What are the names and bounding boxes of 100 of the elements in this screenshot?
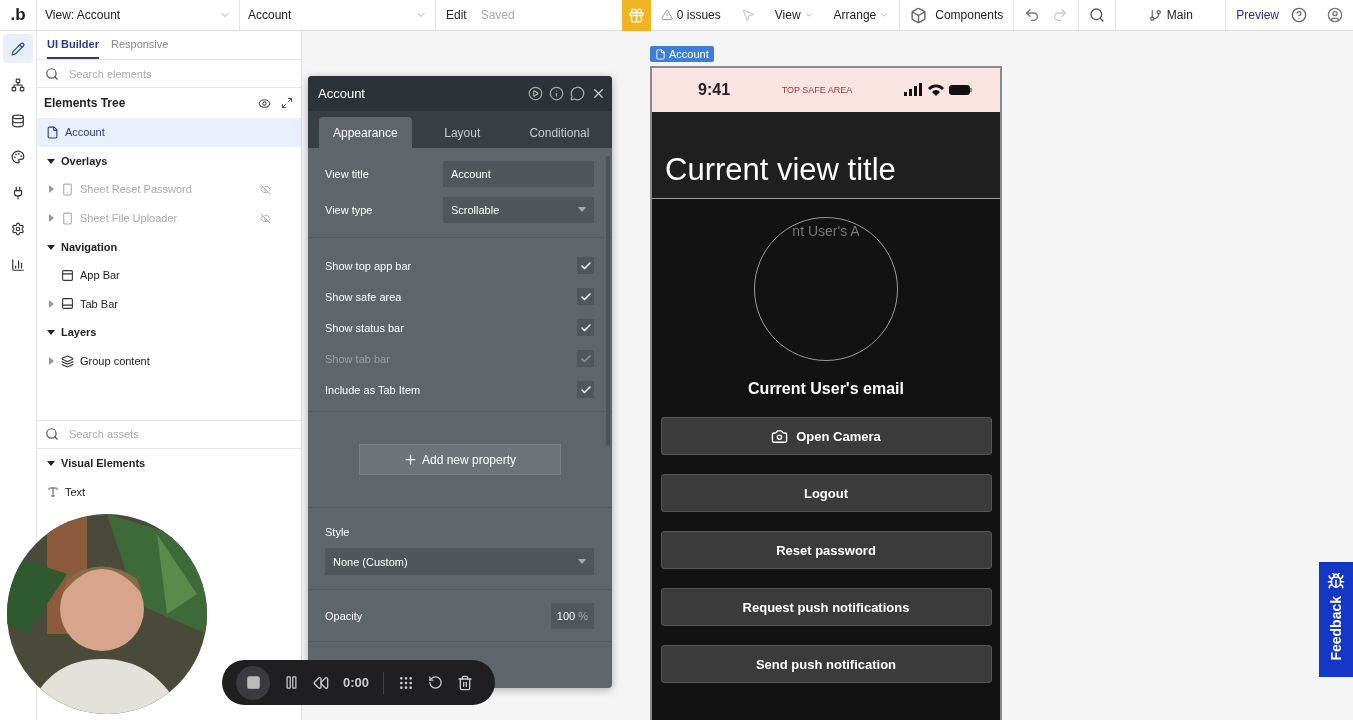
info-icon[interactable] bbox=[549, 86, 564, 101]
status-icons-drawing bbox=[904, 83, 972, 97]
camera-icon bbox=[771, 427, 789, 445]
avatar-text: nt User's A bbox=[792, 223, 860, 239]
opacity-field[interactable]: 100 % bbox=[550, 602, 594, 629]
eye-icon[interactable] bbox=[258, 96, 271, 110]
help-icon[interactable] bbox=[1291, 7, 1307, 23]
expand-arrow-icon[interactable] bbox=[47, 328, 55, 337]
select-field[interactable]: Scrollable bbox=[443, 196, 594, 223]
check-icon bbox=[579, 321, 592, 334]
close-icon[interactable] bbox=[591, 86, 606, 101]
feedback-button[interactable]: Feedback bbox=[1319, 562, 1353, 677]
user-email: Current User's email bbox=[748, 380, 904, 398]
checkbox-label: Show status bar bbox=[325, 321, 404, 334]
view-title: Current view title bbox=[665, 152, 896, 188]
tree-section: Overlays bbox=[61, 154, 108, 167]
tabbar-icon bbox=[61, 297, 74, 311]
collapsed-arrow-icon[interactable] bbox=[47, 185, 55, 194]
panel-tab[interactable]: UI Builder bbox=[47, 31, 99, 59]
tree-item[interactable]: Group content bbox=[80, 355, 150, 368]
expand-arrow-icon[interactable] bbox=[47, 242, 55, 251]
comment-icon[interactable] bbox=[570, 86, 585, 101]
checkbox-label: Show top app bar bbox=[325, 259, 412, 272]
tree-item[interactable]: Account bbox=[37, 118, 301, 147]
branch-selector[interactable]: Main bbox=[1166, 8, 1193, 22]
editor-tab[interactable]: Conditional bbox=[512, 117, 606, 148]
checkbox-label: Include as Tab Item bbox=[325, 383, 421, 396]
checkbox[interactable] bbox=[577, 288, 594, 305]
search-field[interactable]: Search assets bbox=[67, 427, 293, 442]
safe-area-label: TOP SAFE AREA bbox=[781, 85, 853, 95]
app-button[interactable]: Request push notifications bbox=[660, 588, 992, 626]
expand-icon[interactable] bbox=[281, 96, 293, 109]
edit-menu[interactable]: Edit bbox=[446, 8, 467, 22]
logo: .b bbox=[10, 5, 26, 25]
components-button[interactable]: Components bbox=[935, 8, 1004, 22]
add-property-button[interactable]: Add new property bbox=[358, 444, 561, 475]
style-label: Style bbox=[325, 526, 351, 538]
tree-item[interactable]: Tab Bar bbox=[80, 297, 118, 310]
element-selector[interactable]: Account bbox=[248, 8, 292, 22]
restart-icon[interactable] bbox=[428, 675, 444, 690]
gift-icon bbox=[627, 6, 645, 24]
style-select[interactable]: None (Custom) bbox=[325, 548, 594, 575]
play-icon[interactable] bbox=[528, 86, 543, 101]
input-field[interactable]: Account bbox=[443, 160, 594, 187]
editor-tab[interactable]: Layout bbox=[415, 117, 509, 148]
asset-section: Visual Elements bbox=[61, 457, 146, 470]
issues-button[interactable]: 0 issues bbox=[676, 8, 721, 22]
tree-section: Navigation bbox=[61, 240, 118, 253]
arrange-menu[interactable]: Arrange bbox=[833, 8, 877, 22]
check-icon bbox=[579, 383, 592, 396]
collapsed-arrow-icon[interactable] bbox=[47, 299, 55, 308]
account-icon[interactable] bbox=[1327, 7, 1343, 23]
grid-icon[interactable] bbox=[398, 674, 415, 691]
preview-link[interactable]: Preview bbox=[1236, 8, 1279, 22]
asset-item[interactable]: Text bbox=[65, 485, 86, 498]
status-time: 9:41 bbox=[698, 81, 731, 99]
warning-icon bbox=[660, 9, 673, 21]
panel-tab[interactable]: Responsive bbox=[110, 31, 169, 59]
app-button[interactable]: Reset password bbox=[660, 531, 992, 569]
caret-icon bbox=[578, 559, 586, 564]
app-button[interactable]: Open Camera bbox=[660, 417, 992, 455]
editor-title: Account bbox=[318, 86, 365, 101]
expand-arrow-icon[interactable] bbox=[47, 156, 55, 165]
editor-tab[interactable]: Appearance bbox=[319, 117, 412, 148]
tree-section: Layers bbox=[61, 326, 97, 339]
cube-icon bbox=[910, 6, 928, 24]
branch-icon bbox=[1148, 8, 1162, 22]
search-icon bbox=[45, 427, 59, 442]
view-menu[interactable]: View bbox=[774, 8, 801, 22]
checkbox[interactable] bbox=[577, 257, 594, 274]
page-icon bbox=[655, 48, 666, 60]
tree-item[interactable]: App Bar bbox=[80, 269, 120, 282]
stop-icon bbox=[245, 675, 261, 690]
checkbox[interactable] bbox=[577, 319, 594, 336]
recording-time: 0:00 bbox=[343, 675, 370, 690]
search-field[interactable]: Search elements bbox=[67, 66, 293, 81]
collapsed-arrow-icon[interactable] bbox=[47, 357, 55, 366]
dropdown-icon bbox=[803, 10, 814, 20]
undo-icon[interactable] bbox=[1024, 7, 1041, 23]
delete-icon[interactable] bbox=[457, 674, 474, 691]
pencil-icon[interactable] bbox=[3, 34, 33, 63]
check-icon bbox=[579, 290, 592, 303]
rewind-icon[interactable] bbox=[313, 674, 329, 691]
app-button[interactable]: Send push notification bbox=[660, 645, 992, 683]
search-icon[interactable] bbox=[1089, 7, 1106, 23]
appbar-icon bbox=[61, 268, 74, 282]
expand-arrow-icon[interactable] bbox=[47, 459, 55, 468]
search-icon bbox=[45, 66, 59, 81]
pause-icon[interactable] bbox=[284, 675, 299, 690]
stop-button[interactable] bbox=[236, 665, 270, 700]
field-label: View type bbox=[325, 203, 373, 216]
page-icon bbox=[46, 125, 59, 139]
collapsed-arrow-icon[interactable] bbox=[47, 214, 55, 223]
text-icon bbox=[47, 485, 59, 498]
page-selector[interactable]: View: Account bbox=[45, 8, 121, 22]
bug-icon bbox=[1327, 572, 1345, 590]
check-icon bbox=[579, 352, 592, 365]
dropdown-icon bbox=[879, 10, 890, 20]
app-button[interactable]: Logout bbox=[660, 474, 992, 512]
checkbox[interactable] bbox=[577, 381, 594, 398]
